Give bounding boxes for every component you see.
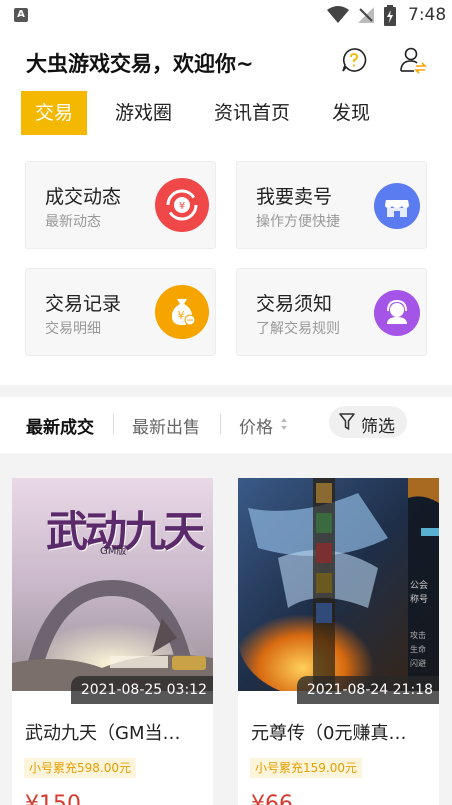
filter-separator bbox=[113, 414, 114, 434]
listing-image: 公会 称号 攻击 生命 闪避 bbox=[238, 478, 439, 691]
filter-button[interactable]: 筛选 bbox=[329, 406, 407, 438]
card-title: 我要卖号 bbox=[256, 186, 333, 208]
card-title: 交易须知 bbox=[256, 293, 333, 315]
listing-price: ¥66 bbox=[251, 792, 293, 805]
listing-timestamp: 2021-08-25 03:12 bbox=[70, 676, 213, 704]
money-bag-icon: ¥ bbox=[155, 285, 209, 339]
card-subtitle: 操作方便快捷 bbox=[256, 214, 340, 230]
tab-news-home[interactable]: 资讯首页 bbox=[200, 91, 304, 135]
section-divider bbox=[0, 385, 452, 397]
sort-arrows-icon[interactable] bbox=[280, 417, 288, 431]
svg-text:¥: ¥ bbox=[179, 201, 185, 212]
card-trade-records[interactable]: 交易记录 交易明细 ¥ bbox=[25, 268, 216, 356]
svg-text:称号: 称号 bbox=[410, 593, 428, 605]
listing-recharge-badge: 小号累充159.00元 bbox=[250, 758, 362, 778]
listing-price: ¥150 bbox=[25, 792, 81, 805]
card-title: 成交动态 bbox=[45, 186, 122, 208]
page-title: 大虫游戏交易，欢迎你~ bbox=[26, 52, 254, 76]
card-sell-account[interactable]: 我要卖号 操作方便快捷 bbox=[236, 161, 427, 249]
card-trade-notice[interactable]: 交易须知 了解交易规则 bbox=[236, 268, 427, 356]
listing-image: 武动九天 GM版 bbox=[12, 478, 213, 691]
no-signal-icon bbox=[358, 7, 374, 23]
funnel-icon bbox=[339, 413, 355, 430]
listing-timestamp: 2021-08-24 21:18 bbox=[296, 676, 439, 704]
help-icon[interactable] bbox=[341, 47, 367, 73]
filter-latest-deal[interactable]: 最新成交 bbox=[26, 413, 94, 438]
tab-trade[interactable]: 交易 bbox=[21, 91, 88, 135]
card-subtitle: 交易明细 bbox=[45, 321, 101, 337]
card-subtitle: 了解交易规则 bbox=[256, 321, 340, 337]
listing-card[interactable]: 公会 称号 攻击 生命 闪避 2021-08-24 21:18 元尊传（0元赚真… bbox=[238, 478, 439, 805]
card-subtitle: 最新动态 bbox=[45, 214, 101, 230]
filter-bar: 最新成交 最新出售 价格 筛选 bbox=[0, 397, 452, 453]
listing-title: 元尊传（0元赚真… bbox=[251, 723, 407, 744]
card-deal-updates[interactable]: 成交动态 最新动态 ¥ bbox=[25, 161, 216, 249]
listing-card[interactable]: 武动九天 GM版 2021-08-25 03:12 武动九天（GM当… 小号累充… bbox=[12, 478, 213, 805]
user-exchange-icon[interactable] bbox=[399, 46, 427, 74]
support-agent-icon bbox=[374, 290, 420, 336]
listing-recharge-badge: 小号累充598.00元 bbox=[24, 758, 136, 778]
game-logo-subtitle: GM版 bbox=[100, 546, 127, 557]
status-bar: A 7:48 bbox=[0, 0, 452, 32]
svg-text:¥: ¥ bbox=[178, 309, 185, 322]
store-icon bbox=[374, 183, 420, 229]
filter-price[interactable]: 价格 bbox=[239, 413, 273, 438]
main-tabs: 交易 游戏圈 资讯首页 发现 bbox=[21, 91, 398, 135]
svg-text:闪避: 闪避 bbox=[410, 658, 426, 668]
tab-discover[interactable]: 发现 bbox=[318, 91, 384, 135]
svg-text:攻击: 攻击 bbox=[410, 630, 426, 640]
svg-text:公会: 公会 bbox=[410, 579, 428, 591]
tab-game-circle[interactable]: 游戏圈 bbox=[101, 91, 186, 135]
filter-button-label: 筛选 bbox=[361, 417, 395, 437]
svg-text:生命: 生命 bbox=[410, 644, 426, 654]
battery-charging-icon bbox=[384, 5, 396, 26]
wifi-icon bbox=[327, 6, 349, 23]
filter-separator bbox=[220, 414, 221, 434]
filter-latest-sale[interactable]: 最新出售 bbox=[132, 413, 200, 438]
card-title: 交易记录 bbox=[45, 293, 122, 315]
status-time: 7:48 bbox=[408, 5, 447, 25]
listing-title: 武动九天（GM当… bbox=[25, 723, 181, 744]
app-notification-icon: A bbox=[14, 8, 28, 22]
exchange-icon: ¥ bbox=[155, 178, 209, 232]
